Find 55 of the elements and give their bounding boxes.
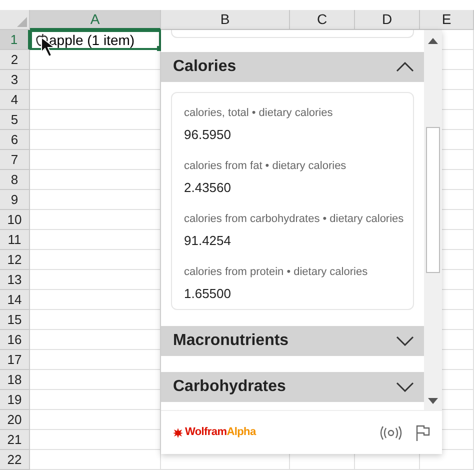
result-value: 2.43560 [184,178,232,196]
corner-triangle-icon [17,17,27,27]
flag-icon[interactable] [416,424,430,440]
scroll-thumb[interactable] [426,127,440,273]
row-header[interactable]: 22 [0,450,30,470]
row-header[interactable]: 16 [0,330,30,350]
wolfram-alpha-logo[interactable]: WolframAlpha [173,424,256,441]
section-header[interactable]: Calories [161,52,424,82]
spiky-logo-icon [173,428,183,438]
scroll-up-icon[interactable] [428,38,438,44]
row-header[interactable]: 1 [0,30,30,50]
result-label: calories, total • dietary calories [184,106,334,121]
cell-text: apple (1 item) [49,30,135,50]
row-header[interactable]: 17 [0,350,30,370]
apple-icon [36,33,48,47]
chevron-down-icon [396,382,414,392]
row-header[interactable]: 21 [0,430,30,450]
grid-cell[interactable] [30,450,161,470]
chevron-up-icon [396,62,414,72]
result-label: calories from carbohydrates • dietary calories [184,212,401,227]
row-header[interactable]: 20 [0,410,30,430]
section-header[interactable]: Macronutrients [161,326,424,356]
row-header[interactable]: 2 [0,50,30,70]
row-header[interactable]: 3 [0,70,30,90]
result-value: 1.65500 [184,284,232,302]
scroll-down-icon[interactable] [428,398,438,404]
row-header[interactable]: 5 [0,110,30,130]
result-label: calories from protein • dietary calories [184,265,369,280]
chevron-down-icon [396,336,414,346]
row-header[interactable]: 18 [0,370,30,390]
select-all-corner[interactable] [0,10,30,30]
broadcast-icon[interactable] [380,426,402,440]
row-header[interactable]: 10 [0,210,30,230]
row-header[interactable]: 13 [0,270,30,290]
result-value: 91.4254 [184,232,232,250]
row-header[interactable]: 12 [0,250,30,270]
section-header[interactable]: Carbohydrates [161,372,424,402]
column-header[interactable]: A [30,10,161,30]
row-header[interactable]: 15 [0,310,30,330]
row-header[interactable]: 14 [0,290,30,310]
active-cell[interactable]: apple (1 item) [30,30,161,50]
result-label: calories from fat • dietary calories [184,159,348,174]
column-header[interactable]: D [355,10,420,30]
row-header[interactable]: 11 [0,230,30,250]
row-header[interactable]: 9 [0,190,30,210]
column-header[interactable]: B [161,10,290,30]
row-header[interactable]: 7 [0,150,30,170]
scrollbar[interactable] [424,30,442,410]
row-header[interactable]: 4 [0,90,30,110]
row-header[interactable]: 19 [0,390,30,410]
column-header[interactable]: E [420,10,474,30]
column-header[interactable]: C [290,10,355,30]
row-header[interactable]: 8 [0,170,30,190]
result-value: 96.5950 [184,126,232,144]
row-header[interactable]: 6 [0,130,30,150]
